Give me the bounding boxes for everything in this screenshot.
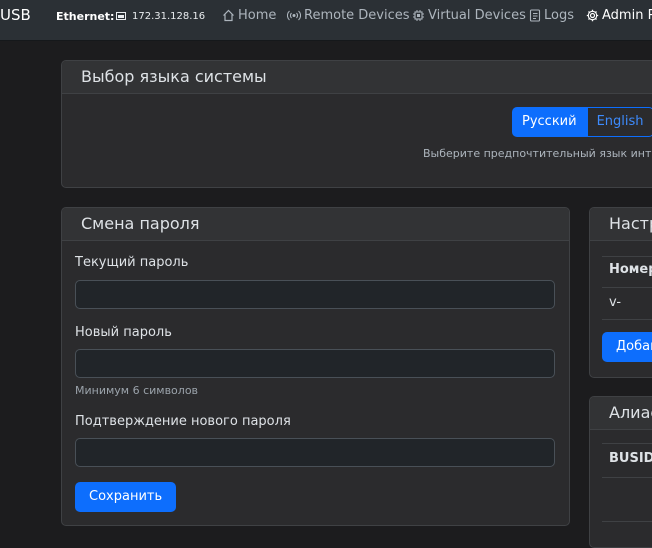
table-divider bbox=[602, 256, 652, 257]
top-navbar: USB Ethernet: 172.31.128.16 Home Remote … bbox=[0, 0, 652, 40]
table-divider bbox=[602, 477, 652, 478]
new-password-help: Минимум 6 символов bbox=[75, 384, 199, 397]
confirm-password-label: Подтверждение нового пароля bbox=[75, 414, 291, 429]
nav-remote-devices[interactable]: Remote Devices bbox=[287, 8, 410, 23]
add-button[interactable]: Добав bbox=[602, 332, 652, 362]
language-card-title: Выбор языка системы bbox=[62, 61, 652, 94]
table-divider bbox=[602, 287, 652, 288]
settings-column-header: Номер bbox=[609, 262, 652, 277]
confirm-password-input[interactable] bbox=[75, 438, 555, 467]
new-password-input[interactable] bbox=[75, 349, 555, 378]
nav-admin-label: Admin P bbox=[602, 8, 652, 23]
nav-logs-label: Logs bbox=[544, 8, 574, 23]
password-card: Смена пароля Текущий пароль Новый пароль… bbox=[61, 207, 570, 526]
new-password-label: Новый пароль bbox=[75, 325, 172, 340]
broadcast-icon bbox=[287, 10, 301, 21]
alias-column-header: BUSID bbox=[609, 451, 652, 466]
table-divider bbox=[602, 443, 652, 444]
gear-icon bbox=[586, 9, 599, 22]
nav-home[interactable]: Home bbox=[222, 8, 276, 23]
language-toggle-group: Русский English bbox=[512, 107, 652, 137]
settings-row-value: v- bbox=[609, 295, 622, 310]
settings-card: Настр Номер v- Добав bbox=[589, 207, 652, 378]
nav-virtual-devices[interactable]: Virtual Devices bbox=[412, 8, 526, 23]
alias-card: Алиас BUSID bbox=[589, 396, 652, 548]
ethernet-ip: 172.31.128.16 bbox=[132, 11, 206, 22]
ethernet-label: Ethernet: bbox=[56, 10, 115, 23]
current-password-label: Текущий пароль bbox=[75, 255, 189, 270]
table-divider bbox=[602, 319, 652, 320]
language-option-russian[interactable]: Русский bbox=[512, 107, 587, 137]
nav-admin[interactable]: Admin P bbox=[586, 8, 652, 23]
language-hint: Выберите предпочтительный язык интер bbox=[423, 147, 652, 160]
nav-virtual-devices-label: Virtual Devices bbox=[428, 8, 526, 23]
password-card-title: Смена пароля bbox=[62, 208, 569, 241]
alias-card-title: Алиас bbox=[590, 397, 652, 430]
save-password-button[interactable]: Сохранить bbox=[75, 482, 177, 512]
nav-home-label: Home bbox=[238, 8, 277, 23]
document-icon bbox=[529, 9, 541, 22]
current-password-input[interactable] bbox=[75, 280, 555, 309]
home-icon bbox=[223, 9, 234, 22]
table-divider bbox=[602, 521, 652, 522]
ethernet-port-icon bbox=[116, 12, 126, 20]
language-option-english[interactable]: English bbox=[586, 107, 652, 137]
nav-remote-devices-label: Remote Devices bbox=[304, 8, 410, 23]
brand-title[interactable]: USB bbox=[0, 6, 31, 24]
nav-logs[interactable]: Logs bbox=[529, 8, 574, 23]
language-card: Выбор языка системы Русский English Выбе… bbox=[61, 60, 652, 188]
settings-card-title: Настр bbox=[590, 208, 652, 241]
cpu-icon bbox=[413, 10, 424, 21]
